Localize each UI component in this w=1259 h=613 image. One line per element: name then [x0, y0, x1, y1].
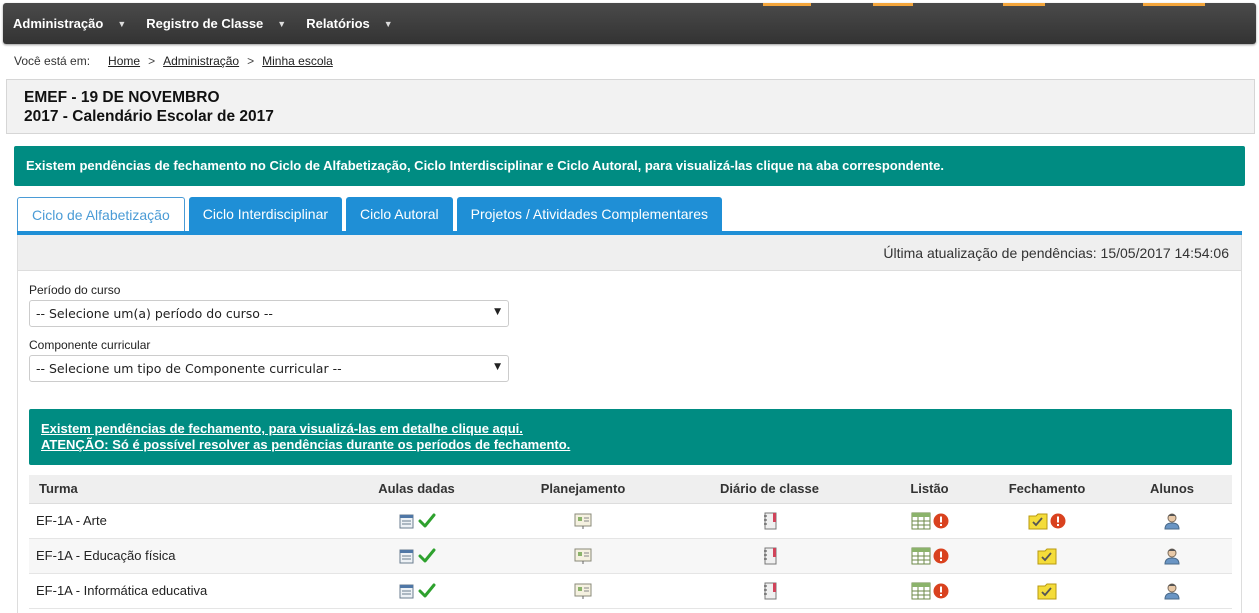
col-listao: Listão	[877, 475, 982, 504]
check-icon	[417, 512, 437, 527]
listao-icon[interactable]	[910, 547, 932, 564]
tab-panel: Última atualização de pendências: 15/05/…	[17, 235, 1242, 613]
nav-accent	[1143, 3, 1205, 6]
breadcrumb-home[interactable]: Home	[108, 54, 140, 68]
table-row: EF-1A - Educação física	[29, 538, 1232, 574]
breadcrumb: Você está em: Home > Administração > Min…	[14, 54, 333, 68]
chevron-down-icon: ▼	[117, 18, 127, 29]
col-fechamento: Fechamento	[982, 475, 1112, 504]
diario-de-classe-icon[interactable]	[760, 582, 780, 599]
aulas-dadas-icon[interactable]	[397, 512, 417, 528]
diario-de-classe-icon[interactable]	[760, 512, 780, 529]
alunos-icon[interactable]	[1162, 547, 1182, 564]
listao-icon[interactable]	[910, 512, 932, 529]
planejamento-icon[interactable]	[572, 582, 594, 599]
check-icon	[417, 582, 437, 597]
listao-icon[interactable]	[910, 582, 932, 599]
col-aulas-dadas: Aulas dadas	[329, 475, 504, 504]
top-navbar: Administração ▼ Registro de Classe ▼ Relat…	[3, 3, 1256, 44]
table-header-row: Turma Aulas dadas Planejamento Diário de…	[29, 475, 1232, 504]
fechamento-icon[interactable]	[1027, 512, 1049, 529]
dropdown-arrow-icon: ▼	[494, 307, 501, 317]
cycle-tabs: Ciclo de Alfabetização Ciclo Interdiscip…	[17, 197, 722, 231]
breadcrumb-prefix: Você está em:	[14, 54, 91, 68]
nav-administracao[interactable]: Administração ▼	[3, 3, 136, 44]
col-turma: Turma	[29, 475, 329, 504]
componente-select[interactable]: -- Selecione um tipo de Componente curri…	[29, 355, 509, 382]
breadcrumb-administracao[interactable]: Administração	[163, 54, 239, 68]
col-planejamento: Planejamento	[504, 475, 662, 504]
dropdown-arrow-icon: ▼	[494, 362, 501, 372]
alert-icon	[1049, 512, 1067, 528]
planejamento-icon[interactable]	[572, 512, 594, 529]
alunos-icon[interactable]	[1162, 582, 1182, 599]
nav-accent	[763, 3, 811, 6]
school-name: EMEF - 19 DE NOVEMBRO	[24, 89, 220, 106]
alert-icon	[932, 582, 950, 598]
school-calendar: 2017 - Calendário Escolar de 2017	[24, 108, 274, 125]
periodo-label: Período do curso	[29, 283, 121, 297]
aulas-dadas-icon[interactable]	[397, 547, 417, 563]
table-row: EF-1A - Informática educativa	[29, 573, 1232, 609]
diario-de-classe-icon[interactable]	[760, 547, 780, 564]
school-header: EMEF - 19 DE NOVEMBRO 2017 - Calendário …	[6, 79, 1255, 134]
nav-relatorios[interactable]: Relatórios ▼	[296, 3, 403, 44]
nav-registro-de-classe[interactable]: Registro de Classe ▼	[136, 3, 296, 44]
table-row: EF-1A - Arte	[29, 503, 1232, 539]
last-update-bar: Última atualização de pendências: 15/05/…	[18, 235, 1241, 271]
chevron-down-icon: ▼	[383, 18, 393, 29]
alert-icon	[932, 547, 950, 563]
turma-cell: EF-1A - Informática educativa	[29, 573, 329, 609]
aulas-dadas-icon[interactable]	[397, 582, 417, 598]
chevron-down-icon: ▼	[277, 18, 287, 29]
nav-accent	[1003, 3, 1045, 6]
tab-ciclo-interdisciplinar[interactable]: Ciclo Interdisciplinar	[188, 197, 343, 231]
tab-projetos-atividades[interactable]: Projetos / Atividades Complementares	[456, 197, 722, 231]
alert-icon	[932, 512, 950, 528]
tab-ciclo-alfabetizacao[interactable]: Ciclo de Alfabetização	[17, 197, 185, 231]
turma-cell: EF-1A - Arte	[29, 503, 329, 539]
breadcrumb-minha-escola[interactable]: Minha escola	[262, 54, 333, 68]
pending-alert-banner: Existem pendências de fechamento no Cicl…	[14, 146, 1245, 186]
alunos-icon[interactable]	[1162, 512, 1182, 529]
componente-label: Componente curricular	[29, 338, 151, 352]
check-icon	[417, 547, 437, 562]
planejamento-icon[interactable]	[572, 547, 594, 564]
nav-accent	[873, 3, 913, 6]
classes-table: Turma Aulas dadas Planejamento Diário de…	[29, 475, 1232, 609]
periodo-select[interactable]: -- Selecione um(a) período do curso -- ▼	[29, 300, 509, 327]
col-alunos: Alunos	[1112, 475, 1232, 504]
fechamento-icon[interactable]	[1036, 547, 1058, 564]
fechamento-icon[interactable]	[1036, 582, 1058, 599]
closing-period-warning-link[interactable]: ATENÇÃO: Só é possível resolver as pendê…	[41, 437, 1220, 453]
col-diario-de-classe: Diário de classe	[662, 475, 877, 504]
pending-details-alert: Existem pendências de fechamento, para v…	[29, 409, 1232, 465]
pending-details-link[interactable]: Existem pendências de fechamento, para v…	[41, 421, 1220, 437]
turma-cell: EF-1A - Educação física	[29, 538, 329, 574]
tab-ciclo-autoral[interactable]: Ciclo Autoral	[346, 197, 453, 231]
